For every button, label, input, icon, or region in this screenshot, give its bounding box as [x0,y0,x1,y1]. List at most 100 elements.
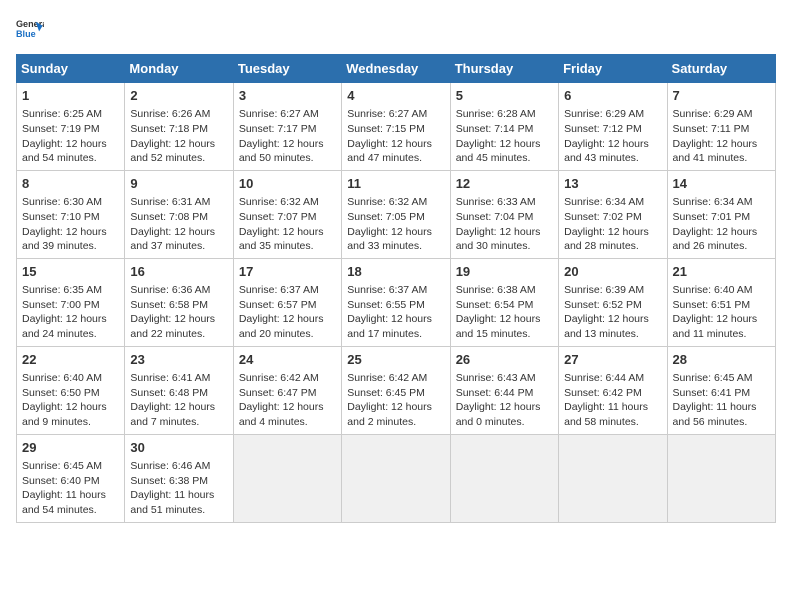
weekday-header-friday: Friday [559,55,667,83]
day-info: and 47 minutes. [347,151,444,166]
calendar-cell: 22Sunrise: 6:40 AMSunset: 6:50 PMDayligh… [17,346,125,434]
day-info: Daylight: 12 hours [456,137,553,152]
calendar-cell: 19Sunrise: 6:38 AMSunset: 6:54 PMDayligh… [450,258,558,346]
day-info: Daylight: 12 hours [347,137,444,152]
day-info: Sunset: 6:52 PM [564,298,661,313]
day-info: Sunrise: 6:25 AM [22,107,119,122]
calendar-cell: 10Sunrise: 6:32 AMSunset: 7:07 PMDayligh… [233,170,341,258]
day-number: 24 [239,351,336,369]
calendar-week-1: 1Sunrise: 6:25 AMSunset: 7:19 PMDaylight… [17,83,776,171]
day-info: and 52 minutes. [130,151,227,166]
day-number: 15 [22,263,119,281]
day-number: 23 [130,351,227,369]
day-info: Sunrise: 6:35 AM [22,283,119,298]
calendar-week-4: 22Sunrise: 6:40 AMSunset: 6:50 PMDayligh… [17,346,776,434]
day-info: Daylight: 12 hours [347,400,444,415]
day-info: Sunset: 6:42 PM [564,386,661,401]
calendar-cell: 7Sunrise: 6:29 AMSunset: 7:11 PMDaylight… [667,83,775,171]
day-info: Sunrise: 6:45 AM [673,371,770,386]
logo-icon: General Blue [16,16,44,44]
calendar-cell [559,434,667,522]
day-info: and 33 minutes. [347,239,444,254]
day-info: Sunset: 7:08 PM [130,210,227,225]
calendar-week-2: 8Sunrise: 6:30 AMSunset: 7:10 PMDaylight… [17,170,776,258]
day-info: Daylight: 12 hours [22,225,119,240]
day-number: 8 [22,175,119,193]
calendar-cell: 11Sunrise: 6:32 AMSunset: 7:05 PMDayligh… [342,170,450,258]
day-info: Daylight: 12 hours [347,225,444,240]
day-number: 20 [564,263,661,281]
day-number: 13 [564,175,661,193]
day-info: and 0 minutes. [456,415,553,430]
weekday-header-wednesday: Wednesday [342,55,450,83]
day-info: and 56 minutes. [673,415,770,430]
day-info: and 26 minutes. [673,239,770,254]
day-info: and 35 minutes. [239,239,336,254]
weekday-header-tuesday: Tuesday [233,55,341,83]
day-info: Sunset: 7:14 PM [456,122,553,137]
day-info: Sunrise: 6:33 AM [456,195,553,210]
day-info: and 28 minutes. [564,239,661,254]
calendar-cell: 5Sunrise: 6:28 AMSunset: 7:14 PMDaylight… [450,83,558,171]
day-info: Sunset: 7:00 PM [22,298,119,313]
day-info: Sunrise: 6:32 AM [347,195,444,210]
calendar-cell [233,434,341,522]
day-info: Sunset: 6:40 PM [22,474,119,489]
calendar-cell: 17Sunrise: 6:37 AMSunset: 6:57 PMDayligh… [233,258,341,346]
day-info: Daylight: 12 hours [239,400,336,415]
day-info: Sunrise: 6:44 AM [564,371,661,386]
day-info: and 43 minutes. [564,151,661,166]
day-info: Sunrise: 6:40 AM [22,371,119,386]
day-info: and 54 minutes. [22,151,119,166]
svg-text:Blue: Blue [16,29,36,39]
day-info: Sunrise: 6:45 AM [22,459,119,474]
day-number: 22 [22,351,119,369]
day-info: and 15 minutes. [456,327,553,342]
day-info: Daylight: 12 hours [130,400,227,415]
day-number: 27 [564,351,661,369]
day-info: Daylight: 12 hours [564,225,661,240]
day-number: 1 [22,87,119,105]
day-info: Sunset: 6:58 PM [130,298,227,313]
weekday-header-sunday: Sunday [17,55,125,83]
calendar-cell: 24 Sunrise: 6:42 AMSunset: 6:47 PMDayligh… [233,346,341,434]
day-info: Sunrise: 6:37 AM [347,283,444,298]
day-number: 29 [22,439,119,457]
day-info: and 24 minutes. [22,327,119,342]
day-number: 12 [456,175,553,193]
day-info: Sunset: 6:51 PM [673,298,770,313]
calendar-cell: 8 Sunrise: 6:30 AMSunset: 7:10 PMDaylight… [17,170,125,258]
calendar-cell: 28Sunrise: 6:45 AMSunset: 6:41 PMDayligh… [667,346,775,434]
day-number: 2 [130,87,227,105]
day-info: Daylight: 12 hours [239,225,336,240]
day-number: 19 [456,263,553,281]
day-info: and 50 minutes. [239,151,336,166]
weekday-header-thursday: Thursday [450,55,558,83]
day-info: Sunset: 6:47 PM [239,386,336,401]
day-info: Daylight: 12 hours [673,137,770,152]
day-info: Sunset: 7:10 PM [22,210,119,225]
calendar-week-5: 29Sunrise: 6:45 AMSunset: 6:40 PMDayligh… [17,434,776,522]
day-info: Sunrise: 6:42 AM [239,371,336,386]
day-number: 28 [673,351,770,369]
day-info: Daylight: 12 hours [673,312,770,327]
calendar-cell: 27Sunrise: 6:44 AMSunset: 6:42 PMDayligh… [559,346,667,434]
day-info: Sunrise: 6:28 AM [456,107,553,122]
day-info: Sunrise: 6:38 AM [456,283,553,298]
calendar-cell [450,434,558,522]
day-info: Sunset: 6:38 PM [130,474,227,489]
day-number: 25 [347,351,444,369]
day-info: and 4 minutes. [239,415,336,430]
day-info: Sunrise: 6:30 AM [22,195,119,210]
calendar-table: SundayMondayTuesdayWednesdayThursdayFrid… [16,54,776,523]
day-info: Daylight: 11 hours [673,400,770,415]
calendar-cell: 12Sunrise: 6:33 AMSunset: 7:04 PMDayligh… [450,170,558,258]
day-info: Sunrise: 6:39 AM [564,283,661,298]
day-info: Sunset: 6:48 PM [130,386,227,401]
day-info: Daylight: 12 hours [239,312,336,327]
day-number: 14 [673,175,770,193]
day-number: 7 [673,87,770,105]
weekday-header-monday: Monday [125,55,233,83]
day-info: Sunset: 6:45 PM [347,386,444,401]
calendar-cell: 9Sunrise: 6:31 AMSunset: 7:08 PMDaylight… [125,170,233,258]
